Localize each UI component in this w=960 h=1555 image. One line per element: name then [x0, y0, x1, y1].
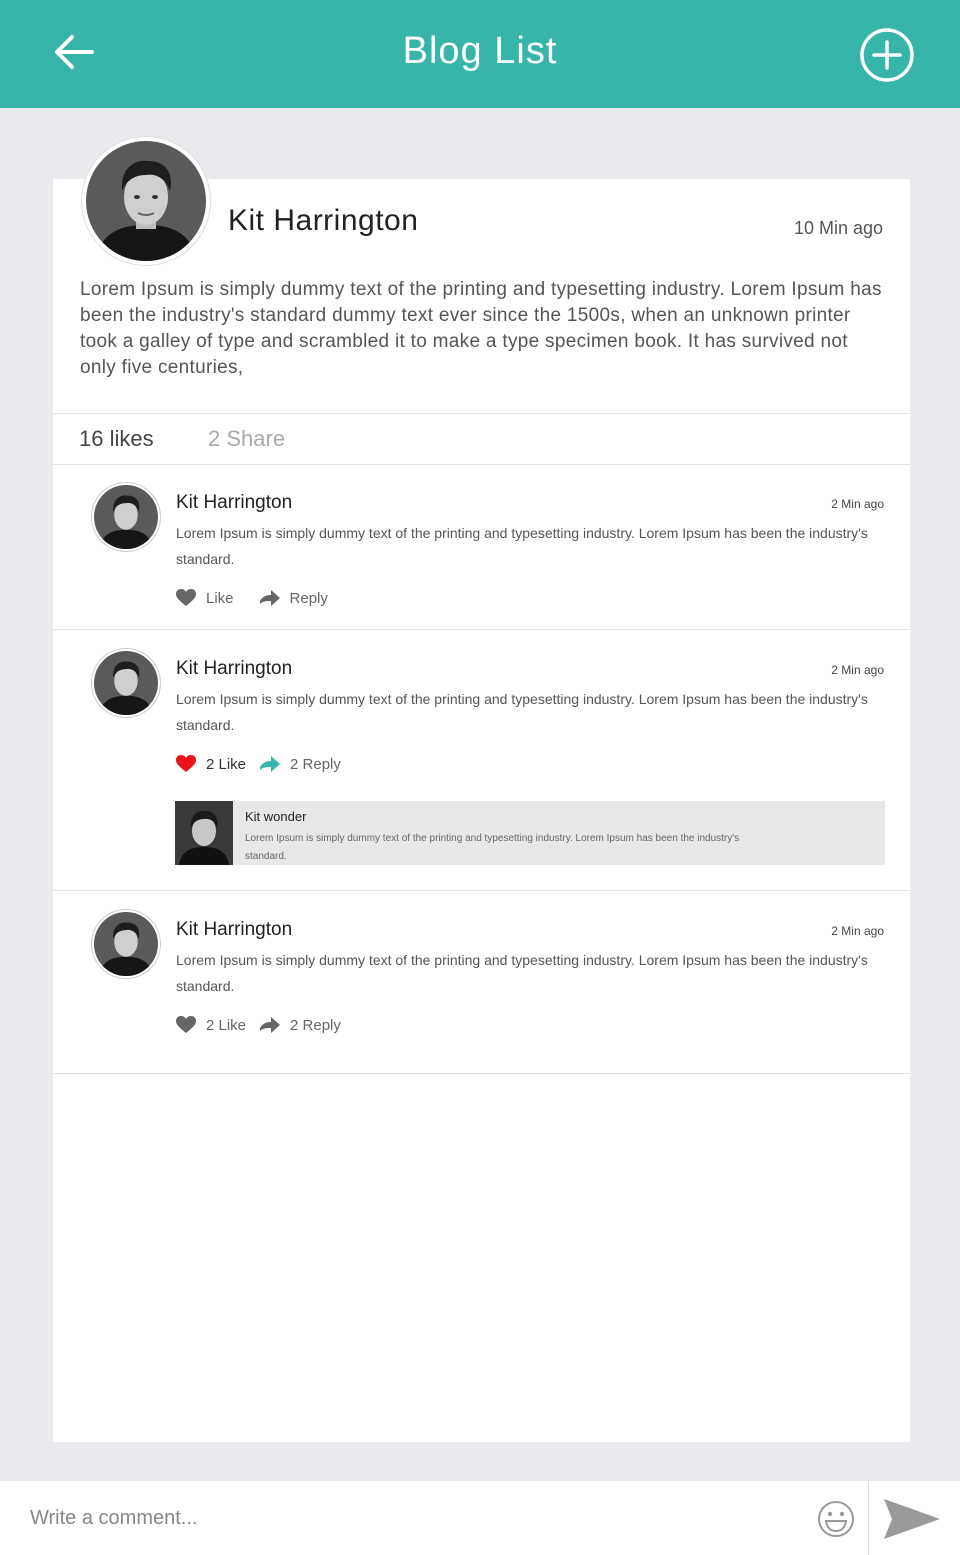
reply-text: Lorem Ipsum is simply dummy text of the … [245, 833, 740, 862]
app-header: Blog List [0, 0, 960, 108]
comment-compose-bar [0, 1481, 960, 1555]
comment-timestamp: 2 Min ago [831, 924, 884, 938]
comment-author-name[interactable]: Kit Harrington [176, 658, 292, 680]
comment-author-name[interactable]: Kit Harrington [176, 492, 292, 514]
comment-actions: 2 Like 2 Reply [176, 1013, 341, 1037]
comment-item: Kit Harrington 2 Min ago Lorem Ipsum is … [53, 630, 910, 891]
comment-timestamp: 2 Min ago [831, 663, 884, 677]
person-avatar-icon [94, 912, 158, 976]
reply-label: Reply [289, 589, 328, 607]
person-avatar-icon [94, 485, 158, 549]
compose-divider [868, 1481, 869, 1555]
reply-button[interactable]: 2 Reply [260, 756, 341, 773]
send-icon [884, 1499, 940, 1539]
post-body-text: Lorem Ipsum is simply dummy text of the … [80, 279, 882, 378]
reply-arrow-icon [259, 590, 280, 606]
comment-text: Lorem Ipsum is simply dummy text of the … [176, 525, 868, 567]
comment-item: Kit Harrington 2 Min ago Lorem Ipsum is … [53, 465, 910, 630]
send-button[interactable] [880, 1497, 942, 1541]
heart-icon [176, 589, 196, 606]
comment-author-name[interactable]: Kit Harrington [176, 919, 292, 941]
like-button[interactable]: Like [176, 589, 234, 607]
comment-avatar[interactable] [92, 483, 160, 551]
reply-button[interactable]: 2 Reply [260, 1017, 341, 1034]
nested-reply: Kit wonder Lorem Ipsum is simply dummy t… [175, 801, 885, 865]
plus-circle-icon [860, 28, 914, 82]
smiley-icon [818, 1501, 854, 1537]
like-label: 2 Like [206, 755, 247, 773]
like-label: 2 Like [206, 1016, 247, 1034]
comment-input[interactable] [30, 1501, 790, 1535]
post-author-name[interactable]: Kit Harrington [228, 204, 418, 238]
reply-button[interactable]: Reply [259, 589, 328, 607]
comment-avatar[interactable] [92, 910, 160, 978]
comment-timestamp: 2 Min ago [831, 497, 884, 511]
author-avatar[interactable] [82, 137, 210, 265]
emoji-button[interactable] [816, 1499, 856, 1539]
person-avatar-icon [86, 141, 206, 261]
person-avatar-icon [175, 801, 233, 865]
comment-actions: 2 Like 2 Reply [176, 752, 341, 776]
comment-text: Lorem Ipsum is simply dummy text of the … [176, 691, 868, 733]
post-timestamp: 10 Min ago [793, 218, 883, 238]
like-button[interactable]: 2 Like [176, 755, 246, 773]
comment-avatar[interactable] [92, 649, 160, 717]
person-avatar-icon [94, 651, 158, 715]
like-button[interactable]: 2 Like [176, 1016, 246, 1034]
reply-arrow-icon [260, 1017, 281, 1033]
likes-count[interactable]: 16 likes [79, 426, 154, 452]
comment-item: Kit Harrington 2 Min ago Lorem Ipsum is … [53, 891, 910, 1074]
add-post-button[interactable] [858, 26, 916, 84]
reply-author-name[interactable]: Kit wonder [245, 809, 306, 824]
reply-arrow-icon [260, 756, 281, 772]
reply-label: 2 Reply [290, 1016, 341, 1034]
post-stats-bar: 16 likes 2 Share [53, 413, 910, 465]
heart-icon [176, 1016, 196, 1033]
comment-actions: Like Reply [176, 586, 328, 610]
like-label: Like [206, 589, 234, 607]
share-count[interactable]: 2 Share [208, 426, 285, 452]
reply-label: 2 Reply [290, 755, 341, 773]
page-title: Blog List [402, 30, 558, 72]
comment-text: Lorem Ipsum is simply dummy text of the … [176, 952, 868, 994]
reply-author-photo[interactable] [175, 801, 233, 865]
heart-filled-icon [176, 755, 196, 772]
